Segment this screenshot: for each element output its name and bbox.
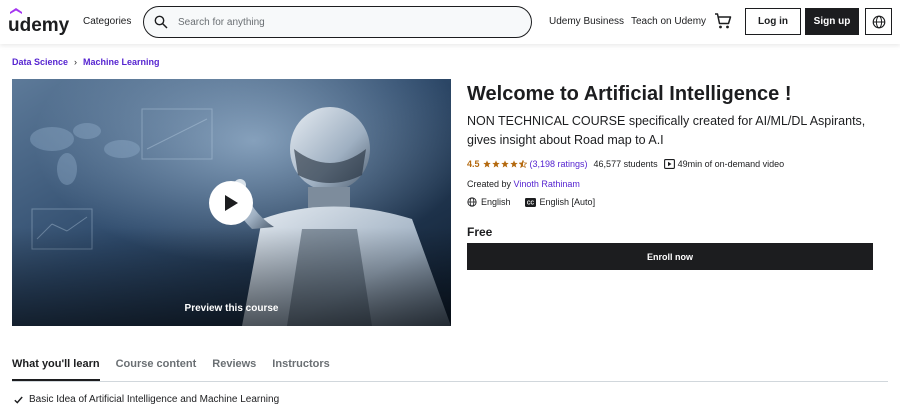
tab-what-youll-learn[interactable]: What you'll learn: [12, 358, 100, 381]
tab-reviews[interactable]: Reviews: [212, 358, 256, 381]
star-icon: [509, 160, 518, 168]
chevron-right-icon: ›: [74, 57, 78, 67]
learn-list-item: Basic Idea of Artificial Intelligence an…: [14, 394, 279, 405]
language-button[interactable]: [865, 8, 892, 35]
created-by: Created by Vinoth Rathinam: [467, 179, 580, 189]
top-header: udemy Categories Udemy Business Teach on…: [0, 0, 900, 44]
star-icon: [491, 160, 500, 168]
language-row: English CC English [Auto]: [467, 197, 595, 207]
search-bar[interactable]: [143, 6, 532, 38]
course-subtitle: NON TECHNICAL COURSE specifically create…: [467, 114, 866, 147]
preview-label: Preview this course: [184, 303, 279, 314]
course-tabs: What you'll learn Course content Reviews…: [12, 358, 346, 381]
course-title: Welcome to Artificial Intelligence !: [467, 83, 792, 105]
ratings-count-link[interactable]: (3,198 ratings): [530, 159, 588, 169]
rating-stars: [482, 160, 527, 168]
created-by-label: Created by: [467, 179, 512, 189]
course-preview[interactable]: Preview this course: [12, 79, 451, 326]
categories-menu[interactable]: Categories: [83, 16, 131, 27]
course-language: English: [481, 197, 511, 207]
tabs-divider: [12, 381, 888, 382]
closed-captions-icon: CC: [524, 197, 536, 207]
globe-icon: [872, 15, 885, 28]
star-icon: [482, 160, 491, 168]
globe-icon: [467, 197, 477, 207]
tab-course-content[interactable]: Course content: [116, 358, 197, 381]
price: Free: [467, 225, 493, 239]
search-input[interactable]: [178, 8, 518, 36]
learn-item-text: Basic Idea of Artificial Intelligence an…: [29, 394, 280, 405]
course-captions: English [Auto]: [539, 197, 596, 207]
video-duration-label: 49min of on-demand video: [677, 159, 785, 169]
search-icon[interactable]: [154, 15, 168, 29]
rating-row: 4.5 (3,198 ratings) 46,577 students 49mi…: [467, 158, 784, 170]
breadcrumb: Data Science › Machine Learning: [12, 57, 160, 67]
breadcrumb-item-data-science[interactable]: Data Science: [12, 57, 68, 67]
signup-button[interactable]: Sign up: [805, 8, 859, 35]
logo-text: udemy: [8, 15, 70, 36]
breadcrumb-item-machine-learning[interactable]: Machine Learning: [83, 57, 160, 67]
star-half-icon: [518, 160, 527, 168]
play-icon: [225, 195, 238, 211]
video-duration: 49min of on-demand video: [663, 159, 785, 169]
teach-on-udemy-link[interactable]: Teach on Udemy: [631, 16, 706, 27]
udemy-logo[interactable]: udemy: [8, 8, 72, 36]
enroll-button[interactable]: Enroll now: [467, 243, 873, 270]
star-icon: [500, 160, 509, 168]
udemy-business-link[interactable]: Udemy Business: [549, 16, 624, 27]
instructor-link[interactable]: Vinoth Rathinam: [514, 179, 580, 189]
rating-value: 4.5: [467, 159, 480, 169]
play-button[interactable]: [209, 181, 253, 225]
students-count: 46,577 students: [593, 159, 658, 169]
svg-text:CC: CC: [526, 200, 534, 206]
tab-instructors[interactable]: Instructors: [272, 358, 329, 381]
cart-icon[interactable]: [714, 12, 732, 30]
check-icon: [14, 396, 23, 404]
video-icon: [663, 159, 675, 169]
login-button[interactable]: Log in: [745, 8, 801, 35]
